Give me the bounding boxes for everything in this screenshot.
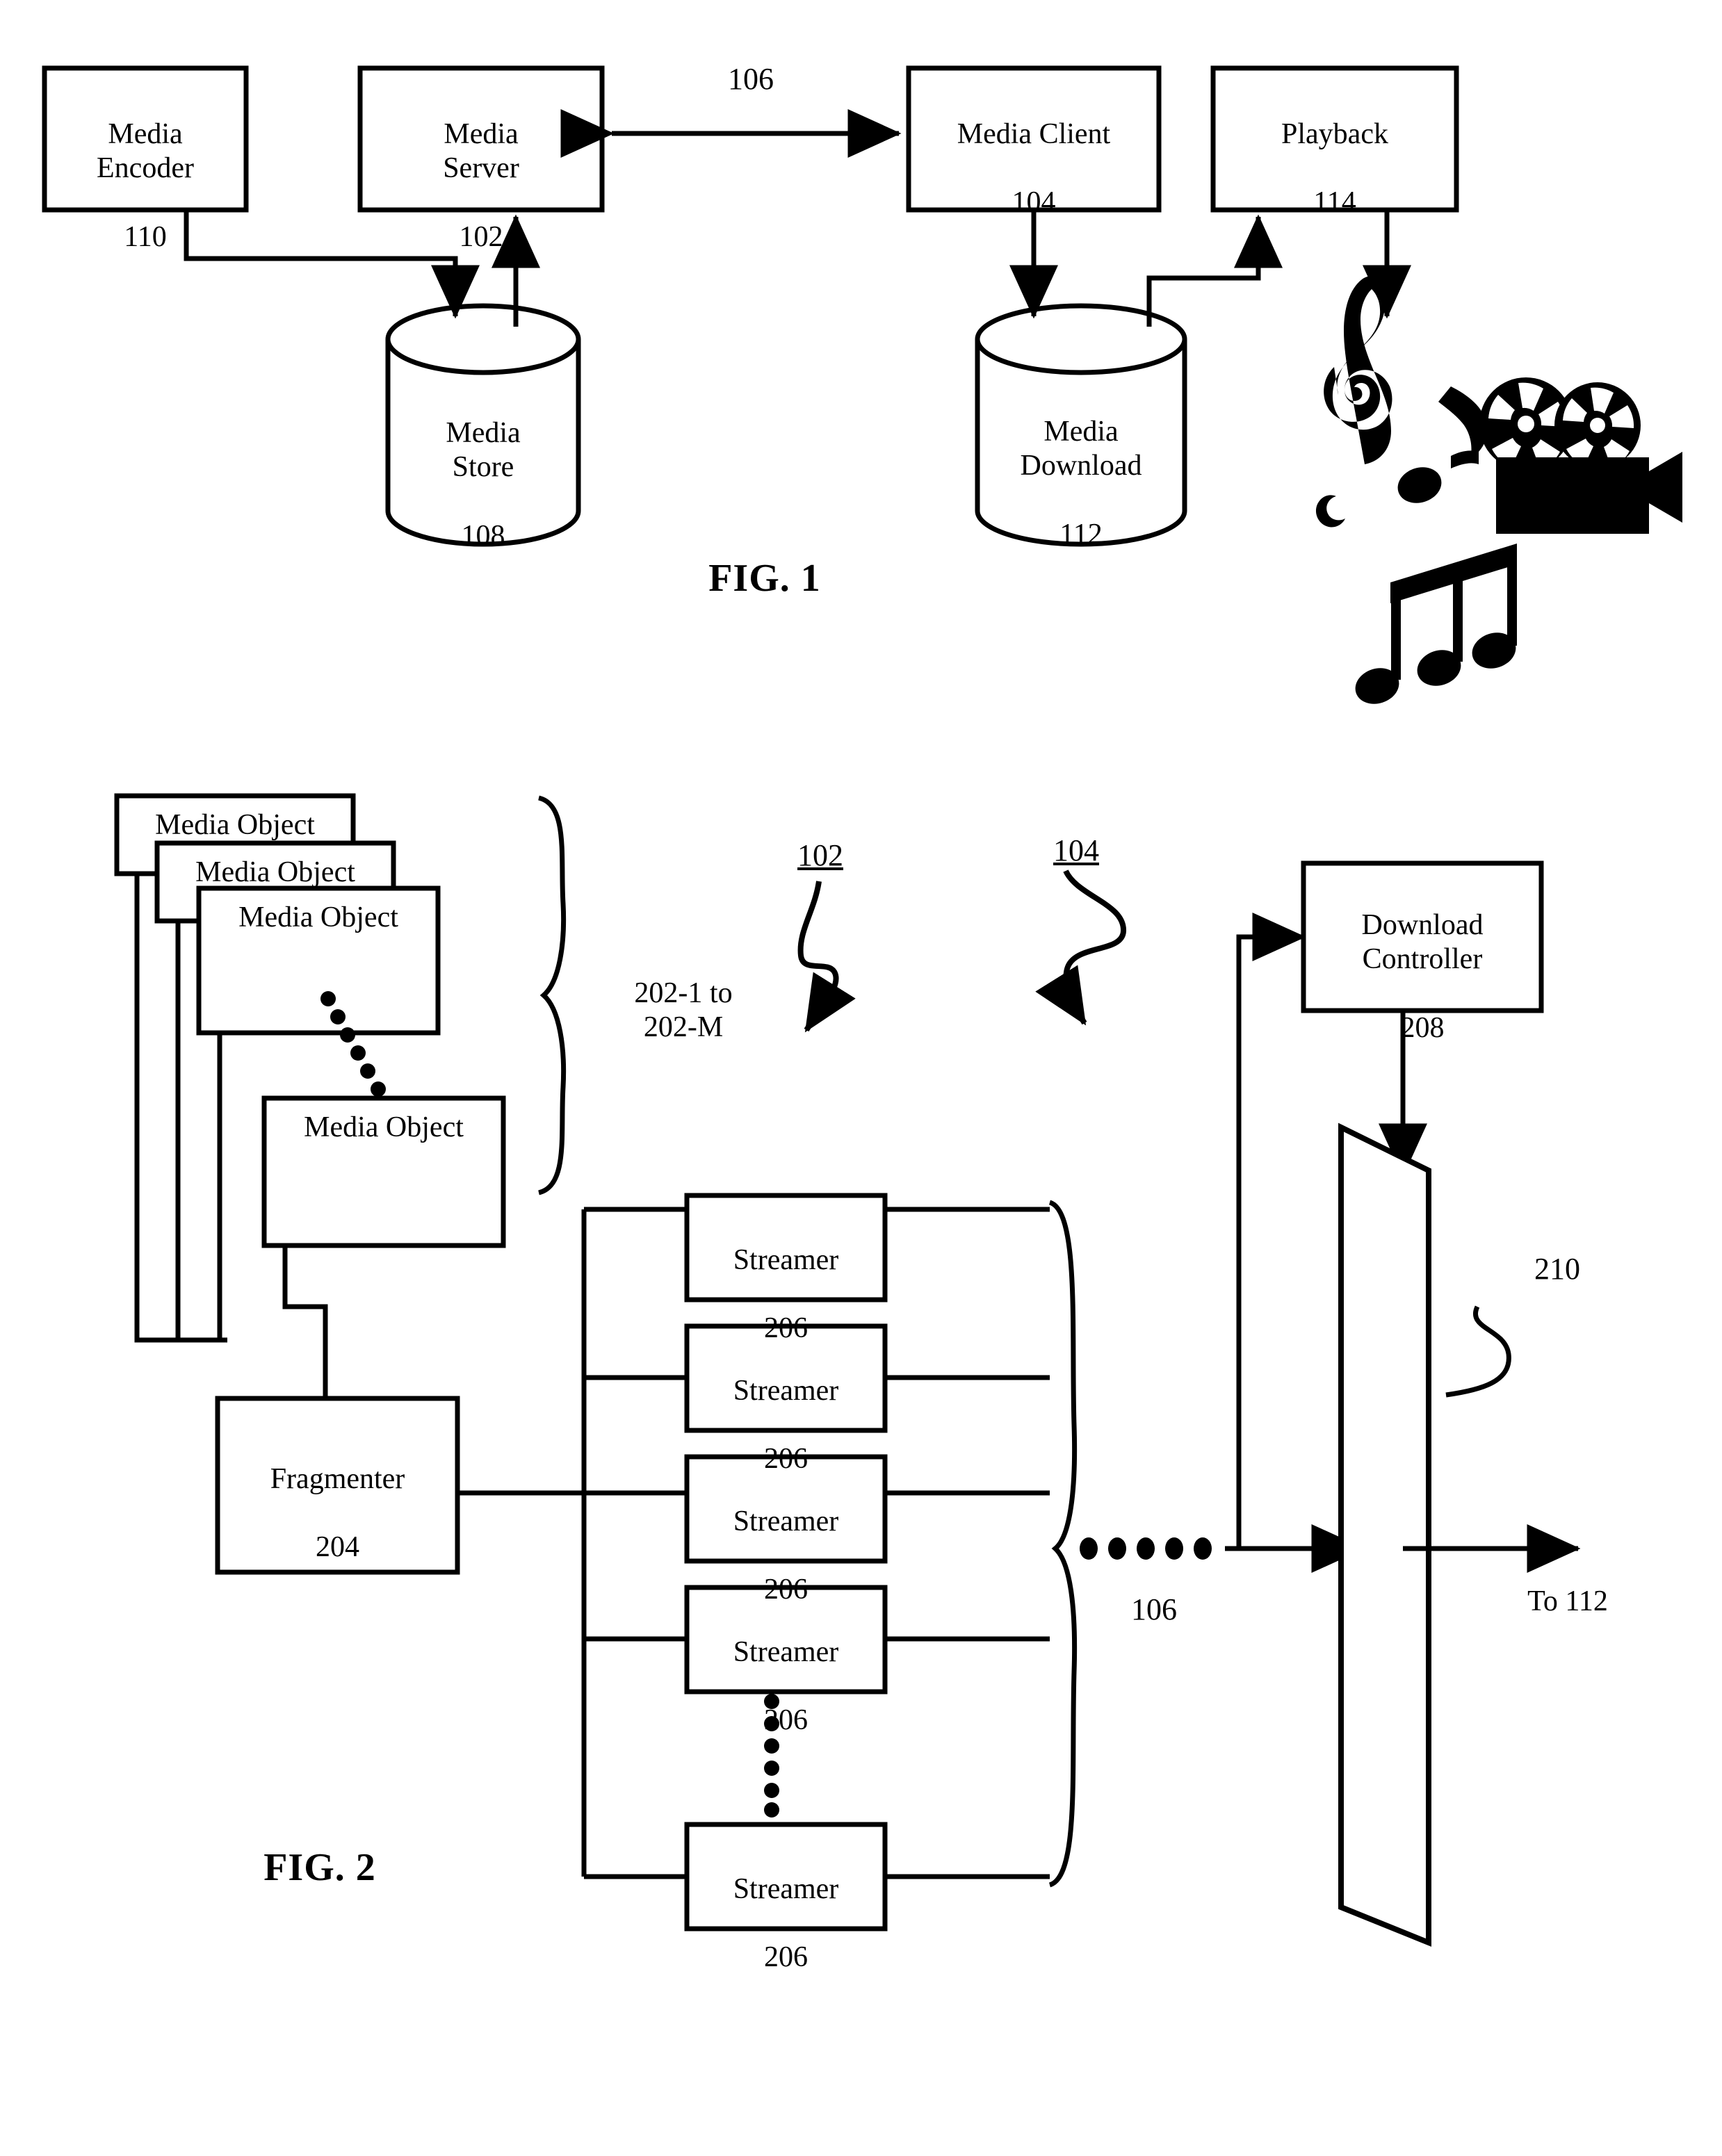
fig1-playback-ref: 114: [1313, 186, 1356, 219]
fig2-download-controller-ref: 208: [1400, 1011, 1445, 1044]
fig2-mo4-lead: [282, 1246, 328, 1340]
fig2-network-dots: [1080, 1537, 1212, 1560]
fig1-media-download-ref: 112: [1059, 518, 1103, 550]
fig1-media-client-title: Media Client: [957, 118, 1111, 151]
fig1-media-server-label: Media Server 102: [360, 83, 602, 254]
fig2-network-label: 106: [1131, 1592, 1177, 1626]
fig1-playback-title: Playback: [1281, 118, 1388, 151]
fig1-media-client-ref: 104: [1012, 186, 1056, 219]
fig2-streamer-label-1: Streamer 206: [687, 1209, 885, 1346]
fig2-mux-parallelogram: [1338, 1122, 1431, 1947]
fig2-caption: FIG. 2: [263, 1846, 376, 1889]
figure-vector-layer: [42, 65, 1682, 1947]
fig1-media-store-label: Media Store 108: [388, 382, 578, 553]
fig1-link-106-label: 106: [728, 62, 774, 96]
fig2-mux-ref-label: 210: [1534, 1252, 1580, 1286]
fig2-fragmenter-label: Fragmenter 204: [218, 1428, 457, 1565]
patent-drawing-page: Media Encoder 110 Media Server 102 Media…: [0, 0, 1722, 2156]
fig2-streamer-ref-5: 206: [764, 1941, 808, 1974]
fig2-ref-102-squiggle: [797, 881, 856, 1033]
fig1-media-encoder-label: Media Encoder 110: [44, 83, 246, 254]
fig2-streamer-title-1: Streamer: [733, 1244, 839, 1277]
fig1-playback-label: Playback 114: [1213, 83, 1456, 220]
film-projector-icon: [1479, 377, 1682, 534]
fig1-caption: FIG. 1: [708, 557, 821, 600]
fig2-streamer-label-2: Streamer 206: [687, 1340, 885, 1477]
fig2-download-controller-label: Download Controller 208: [1303, 874, 1541, 1045]
fig2-ref-210-squiggle: [1445, 1305, 1511, 1398]
fig2-network-to-controller: [1236, 913, 1306, 1549]
fig2-ref-102-label: 102: [797, 838, 843, 872]
fig1-media-encoder-title: Media Encoder: [97, 118, 194, 185]
fig1-media-download-label: Media Download 112: [965, 381, 1197, 552]
music-notes-icon: [1315, 276, 1517, 704]
fig2-network-brace: [1048, 1200, 1078, 1888]
fig2-ref-104-squiggle: [1035, 869, 1127, 1026]
fig2-streamer-label-4: Streamer 206: [687, 1601, 885, 1738]
fig2-streamer-title-5: Streamer: [733, 1873, 839, 1906]
fig2-output-label: To 112: [1527, 1585, 1608, 1617]
fig1-media-server-ref: 102: [459, 220, 503, 253]
fig2-download-controller-title: Download Controller: [1361, 909, 1484, 976]
fig1-media-store-title: Media Store: [446, 417, 521, 484]
fig2-media-object-range-label: 202-1 to 202-M: [634, 977, 733, 1044]
fig2-streamer-title-3: Streamer: [733, 1505, 839, 1538]
fig2-ref-104-label: 104: [1053, 833, 1099, 867]
fig2-streamer-title-4: Streamer: [733, 1636, 839, 1669]
fig1-media-encoder-ref: 110: [124, 220, 167, 253]
fig1-media-store-ref: 108: [461, 519, 505, 552]
fig2-streamer-label-5: Streamer 206: [687, 1838, 885, 1975]
fig2-media-object-label-1: Media Object: [155, 809, 315, 841]
fig2-fragmenter-title: Fragmenter: [270, 1463, 405, 1496]
fig2-streamer-title-2: Streamer: [733, 1375, 839, 1407]
fig1-media-download-title: Media Download: [1020, 416, 1142, 482]
fig2-streamer-label-3: Streamer 206: [687, 1471, 885, 1608]
fig2-media-object-brace: [537, 795, 567, 1195]
fig2-fragmenter-ref: 204: [316, 1531, 359, 1564]
fig1-media-client-label: Media Client 104: [909, 83, 1159, 220]
fig1-media-server-title: Media Server: [443, 118, 519, 185]
fig2-streamer-ref-4: 206: [764, 1704, 808, 1737]
fig2-media-object-label-2: Media Object: [195, 856, 355, 888]
fig1-download-to-playback: [1146, 214, 1283, 327]
fig2-media-object-label-3: Media Object: [238, 901, 398, 933]
fig2-media-object-label-4: Media Object: [304, 1111, 464, 1143]
